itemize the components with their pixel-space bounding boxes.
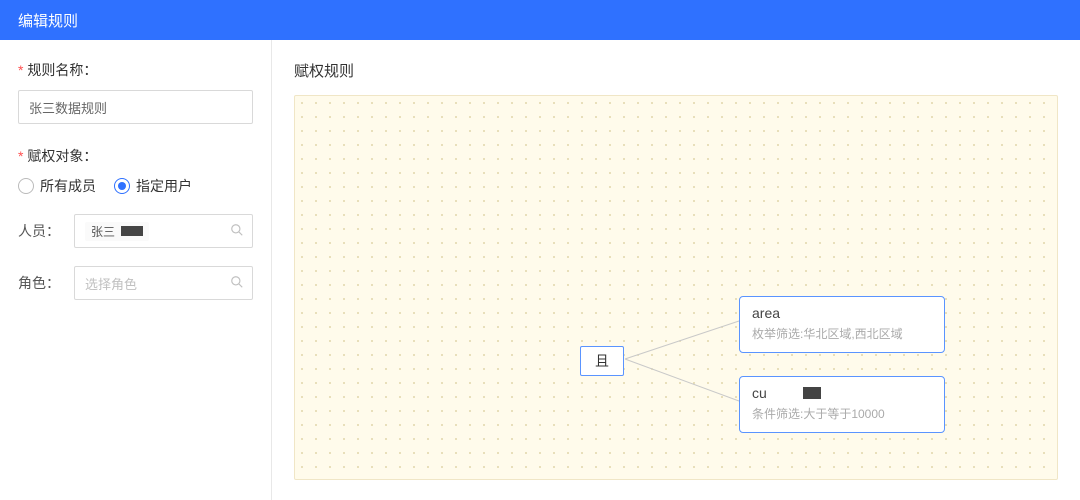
person-tag: 张三: [85, 222, 149, 241]
role-placeholder: 选择角色: [85, 274, 137, 293]
scope-option-all-label: 所有成员: [40, 176, 96, 196]
scope-label: 赋权对象：: [18, 146, 253, 166]
scope-option-specific[interactable]: 指定用户: [114, 176, 192, 196]
modal-title: 编辑规则: [18, 10, 78, 31]
redacted-block: [803, 387, 821, 399]
form-panel: 规则名称： 赋权对象： 所有成员 指定用户 人员： 张三: [0, 40, 272, 500]
condition-field: area: [752, 305, 932, 321]
radio-icon: [114, 178, 130, 194]
condition-node-cu[interactable]: cu 条件筛选:大于等于10000: [739, 376, 945, 433]
rule-canvas[interactable]: 且 area 枚举筛选:华北区域,西北区域 cu 条件筛选:大于等于10000: [294, 95, 1058, 480]
role-field: 角色： 选择角色: [18, 266, 253, 300]
scope-radio-group: 所有成员 指定用户: [18, 176, 253, 196]
condition-summary: 枚举筛选:华北区域,西北区域: [752, 325, 932, 342]
rule-name-input[interactable]: [18, 90, 253, 124]
condition-node-area[interactable]: area 枚举筛选:华北区域,西北区域: [739, 296, 945, 353]
role-select[interactable]: 选择角色: [74, 266, 253, 300]
scope-option-specific-label: 指定用户: [136, 176, 192, 196]
person-label: 人员：: [18, 221, 64, 241]
radio-icon: [18, 178, 34, 194]
scope-option-all[interactable]: 所有成员: [18, 176, 96, 196]
condition-field: cu: [752, 385, 932, 401]
modal-header: 编辑规则: [0, 0, 1080, 40]
rule-name-label: 规则名称：: [18, 60, 253, 80]
rule-name-row: 规则名称：: [18, 60, 253, 124]
person-field: 人员： 张三: [18, 214, 253, 248]
scope-row: 赋权对象： 所有成员 指定用户 人员： 张三: [18, 146, 253, 300]
search-icon: [230, 223, 244, 240]
rules-panel: 赋权规则 且 area 枚举筛选:华北区域,西北区域 cu 条件筛选:大于等于1…: [272, 40, 1080, 500]
search-icon: [230, 275, 244, 292]
rules-section-title: 赋权规则: [294, 60, 1058, 81]
operator-node[interactable]: 且: [580, 346, 624, 376]
role-label: 角色：: [18, 273, 64, 293]
person-select[interactable]: 张三: [74, 214, 253, 248]
redacted-block: [121, 226, 143, 236]
condition-summary: 条件筛选:大于等于10000: [752, 405, 932, 422]
modal-body: 规则名称： 赋权对象： 所有成员 指定用户 人员： 张三: [0, 40, 1080, 500]
